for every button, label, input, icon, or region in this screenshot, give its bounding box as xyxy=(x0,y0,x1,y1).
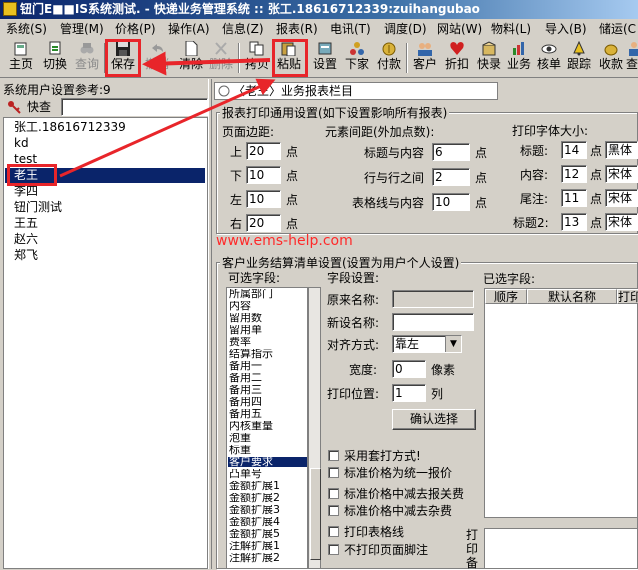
annotation-arrows xyxy=(59,51,276,178)
